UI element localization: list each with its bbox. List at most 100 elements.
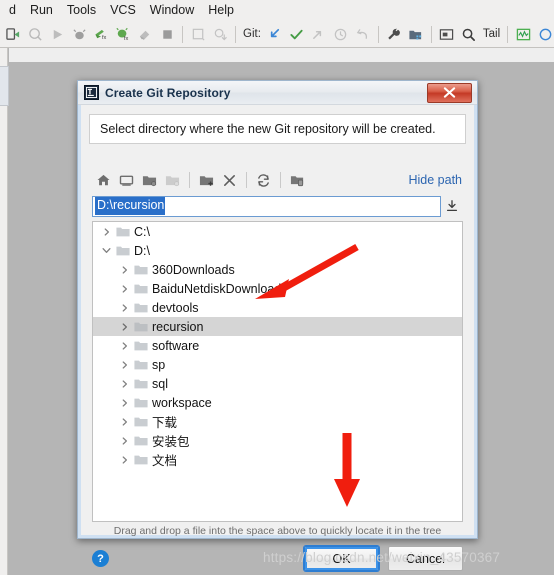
folder-icon xyxy=(132,397,149,409)
folder-icon xyxy=(114,245,131,257)
debug-with-coverage-icon[interactable]: fx xyxy=(112,23,134,45)
git-update-icon[interactable] xyxy=(264,23,286,45)
tree-row-label: software xyxy=(152,338,200,353)
project-folder-icon[interactable] xyxy=(138,170,161,191)
chevron-down-icon[interactable] xyxy=(99,246,114,255)
chevron-right-icon[interactable] xyxy=(117,417,132,426)
chevron-right-icon[interactable] xyxy=(117,455,132,464)
tree-row-label: sp xyxy=(152,357,166,372)
menu-item-vcs[interactable]: VCS xyxy=(103,2,143,20)
git-push-icon xyxy=(308,23,330,45)
stop-icon xyxy=(156,23,178,45)
tree-row[interactable]: workspace xyxy=(93,393,462,412)
new-folder-icon[interactable] xyxy=(195,170,218,191)
tree-row-label: sql xyxy=(152,376,168,391)
path-history-dropdown-icon[interactable] xyxy=(441,196,463,217)
folder-icon xyxy=(132,340,149,352)
left-tool-tab[interactable] xyxy=(0,66,9,106)
close-icon[interactable] xyxy=(427,82,472,103)
chevron-right-icon[interactable] xyxy=(117,322,132,331)
chevron-right-icon[interactable] xyxy=(117,360,132,369)
git-history-icon xyxy=(330,23,352,45)
watermark: https://blog.csdn.net/weixin_43570367 xyxy=(263,550,501,565)
file-toolbar-separator-1 xyxy=(189,172,190,188)
tree-row-label: C:\ xyxy=(134,224,150,239)
chevron-right-icon[interactable] xyxy=(117,303,132,312)
chevron-right-icon[interactable] xyxy=(117,265,132,274)
run-with-coverage-icon[interactable]: fx xyxy=(90,23,112,45)
delete-icon[interactable] xyxy=(218,170,241,191)
monitor-graph-icon[interactable] xyxy=(512,23,534,45)
menu-item-help[interactable]: Help xyxy=(201,2,241,20)
tree-row[interactable]: BaiduNetdiskDownload xyxy=(93,279,462,298)
refresh-icon[interactable] xyxy=(252,170,275,191)
menu-item-build[interactable]: d xyxy=(2,2,23,20)
chevron-right-icon[interactable] xyxy=(117,398,132,407)
show-hidden-files-icon[interactable] xyxy=(286,170,309,191)
path-input[interactable]: D:\recursion xyxy=(92,195,441,217)
tree-row[interactable]: sp xyxy=(93,355,462,374)
search-icon[interactable] xyxy=(458,23,480,45)
dialog-description: Select directory where the new Git repos… xyxy=(100,122,436,136)
folder-icon xyxy=(132,359,149,371)
chevron-right-icon[interactable] xyxy=(117,379,132,388)
module-folder-icon-disabled xyxy=(161,170,184,191)
tree-row-selected[interactable]: recursion xyxy=(93,317,462,336)
drag-drop-hint: Drag and drop a file into the space abov… xyxy=(113,525,442,537)
settings-wrench-icon[interactable] xyxy=(383,23,405,45)
tree-row[interactable]: sql xyxy=(93,374,462,393)
ide-toolbar: fx fx Git: Tail xyxy=(0,21,554,48)
tree-row[interactable]: D:\ xyxy=(93,241,462,260)
chevron-right-icon[interactable] xyxy=(117,341,132,350)
intellij-idea-icon xyxy=(84,85,99,100)
run-icon[interactable] xyxy=(2,23,24,45)
toolbar-separator-2 xyxy=(235,25,236,43)
folder-icon xyxy=(132,435,149,447)
menu-item-window[interactable]: Window xyxy=(143,2,201,20)
path-row: D:\recursion xyxy=(92,195,463,217)
chevron-right-icon[interactable] xyxy=(117,436,132,445)
folder-icon xyxy=(132,264,149,276)
desktop-icon[interactable] xyxy=(115,170,138,191)
update-project-icon xyxy=(187,23,209,45)
directory-tree[interactable]: C:\ D:\ 360Downloads BaiduNetdiskDownloa… xyxy=(92,221,463,522)
tree-row[interactable]: 360Downloads xyxy=(93,260,462,279)
debug-icon xyxy=(24,23,46,45)
folder-icon xyxy=(114,226,131,238)
left-tool-strip xyxy=(0,48,8,575)
menu-item-tools[interactable]: Tools xyxy=(60,2,103,20)
tree-row-label: 安装包 xyxy=(152,435,190,449)
create-git-repository-dialog: Create Git Repository Select directory w… xyxy=(77,80,478,571)
hide-path-link[interactable]: Hide path xyxy=(408,173,463,187)
project-structure-icon[interactable] xyxy=(405,23,427,45)
svg-text:fx: fx xyxy=(102,35,107,41)
file-chooser-toolbar: Hide path xyxy=(92,169,463,191)
dialog-title-bar[interactable]: Create Git Repository xyxy=(78,81,477,105)
tree-row[interactable]: 文档 xyxy=(93,450,462,469)
path-input-value: D:\recursion xyxy=(95,197,166,215)
folder-icon xyxy=(132,321,149,333)
circle-icon[interactable] xyxy=(534,23,554,45)
chevron-right-icon[interactable] xyxy=(99,227,114,236)
tree-row-label: D:\ xyxy=(134,243,150,258)
help-button[interactable]: ? xyxy=(92,550,109,567)
toolbar-separator-5 xyxy=(507,25,509,43)
toolbar-separator-1 xyxy=(182,25,183,43)
menu-item-run[interactable]: Run xyxy=(23,2,60,20)
tree-row[interactable]: 安装包 xyxy=(93,431,462,450)
tree-row[interactable]: 下载 xyxy=(93,412,462,431)
ide-menu-bar: d Run Tools VCS Window Help xyxy=(0,0,554,21)
tree-row[interactable]: devtools xyxy=(93,298,462,317)
tail-label[interactable]: Tail xyxy=(480,28,503,40)
tree-row[interactable]: C:\ xyxy=(93,222,462,241)
dialog-title: Create Git Repository xyxy=(105,85,231,100)
home-icon[interactable] xyxy=(92,170,115,191)
chevron-right-icon[interactable] xyxy=(117,284,132,293)
bug-icon xyxy=(68,23,90,45)
terminal-icon[interactable] xyxy=(436,23,458,45)
tree-row[interactable]: software xyxy=(93,336,462,355)
dialog-description-panel: Select directory where the new Git repos… xyxy=(89,114,466,144)
git-commit-icon[interactable] xyxy=(286,23,308,45)
screen: d Run Tools VCS Window Help fx fx Git: T… xyxy=(0,0,554,575)
tree-row-label: 下载 xyxy=(152,416,178,430)
